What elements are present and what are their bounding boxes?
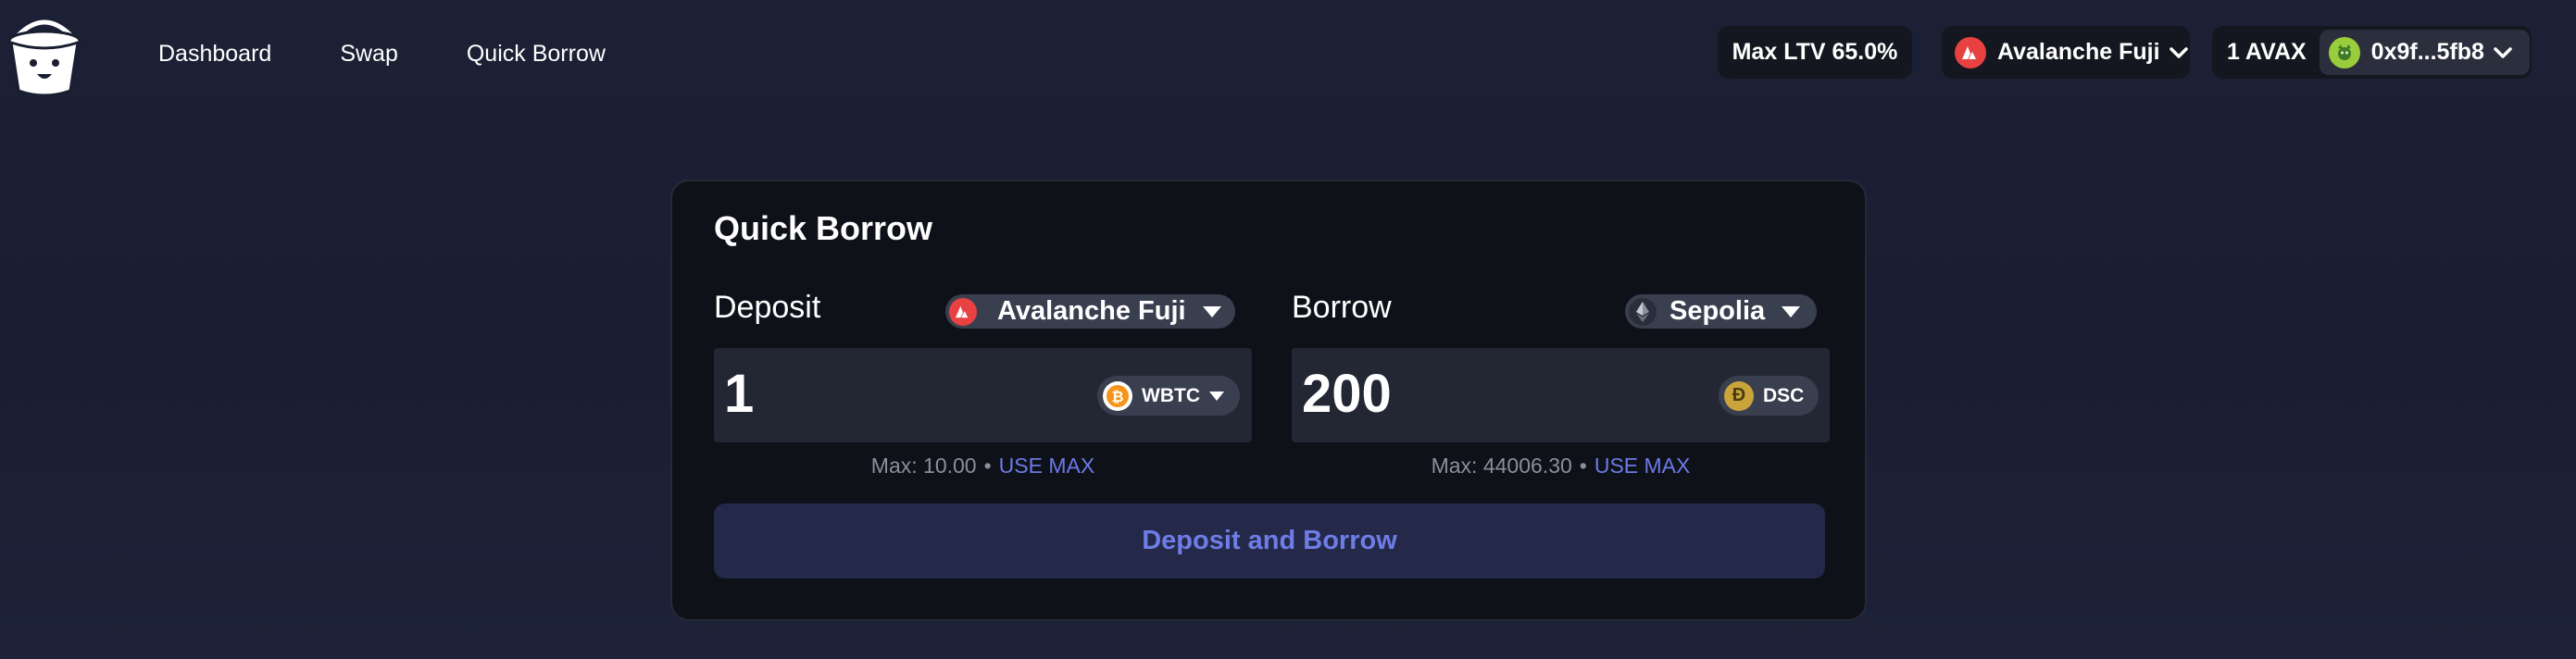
max-ltv-text: Max LTV 65.0% bbox=[1732, 39, 1898, 65]
deposit-use-max-link[interactable]: USE MAX bbox=[999, 454, 1095, 478]
borrow-token-selector[interactable]: Đ DSC bbox=[1719, 376, 1819, 416]
wallet-address-button[interactable]: 0x9f...5fb8 bbox=[2319, 30, 2530, 75]
deposit-token-selector[interactable]: ₿ WBTC bbox=[1097, 376, 1240, 416]
deposit-label: Deposit bbox=[714, 290, 821, 325]
borrow-token-symbol: DSC bbox=[1763, 384, 1805, 406]
bucket-logo-icon[interactable] bbox=[4, 9, 85, 100]
nav-dashboard[interactable]: Dashboard bbox=[158, 37, 271, 70]
nav-quick-borrow[interactable]: Quick Borrow bbox=[467, 37, 606, 70]
network-name: Avalanche Fuji bbox=[1997, 39, 2160, 65]
borrow-amount-input[interactable] bbox=[1302, 361, 1635, 426]
avalanche-icon bbox=[949, 297, 977, 326]
svg-text:₿: ₿ bbox=[1111, 388, 1123, 405]
caret-down-icon bbox=[1202, 305, 1221, 317]
chevron-down-icon bbox=[2169, 46, 2188, 58]
borrow-use-max-link[interactable]: USE MAX bbox=[1594, 454, 1691, 478]
app-page: Dashboard Swap Quick Borrow Max LTV 65.0… bbox=[0, 0, 2576, 659]
ethereum-icon bbox=[1629, 297, 1657, 326]
borrow-max-value: Max: 44006.30 bbox=[1431, 454, 1572, 478]
quick-borrow-card: Quick Borrow Deposit Avalanche Fuji ₿ WB… bbox=[670, 180, 1867, 621]
deposit-chain-selector[interactable]: Avalanche Fuji bbox=[945, 294, 1235, 329]
account-panel: 1 AVAX 0x9f...5fb8 bbox=[2212, 26, 2532, 79]
deposit-token-symbol: WBTC bbox=[1142, 384, 1200, 406]
max-ltv-badge: Max LTV 65.0% bbox=[1718, 26, 1912, 79]
wallet-balance: 1 AVAX bbox=[2227, 39, 2307, 65]
separator-dot: • bbox=[983, 454, 992, 478]
borrow-label: Borrow bbox=[1292, 290, 1392, 325]
main-nav: Dashboard Swap Quick Borrow bbox=[158, 37, 606, 70]
deposit-and-borrow-button[interactable]: Deposit and Borrow bbox=[714, 504, 1825, 578]
deposit-amount-box: ₿ WBTC bbox=[714, 348, 1252, 442]
avalanche-icon bbox=[1955, 36, 1986, 68]
wallet-address: 0x9f...5fb8 bbox=[2370, 39, 2484, 65]
caret-down-icon bbox=[1782, 305, 1801, 317]
nav-swap[interactable]: Swap bbox=[340, 37, 398, 70]
deposit-chain-name: Avalanche Fuji bbox=[997, 296, 1186, 326]
deposit-max-value: Max: 10.00 bbox=[870, 454, 977, 478]
dsc-coin-icon: Đ bbox=[1724, 380, 1754, 411]
borrow-max-row: Max: 44006.30 • USE MAX bbox=[1292, 454, 1830, 479]
network-selector-button[interactable]: Avalanche Fuji bbox=[1942, 26, 2190, 79]
borrow-chain-name: Sepolia bbox=[1669, 296, 1766, 326]
deposit-max-row: Max: 10.00 • USE MAX bbox=[714, 454, 1252, 479]
borrow-chain-selector[interactable]: Sepolia bbox=[1625, 294, 1817, 329]
card-title: Quick Borrow bbox=[714, 209, 933, 247]
separator-dot: • bbox=[1579, 454, 1587, 478]
chevron-down-icon bbox=[2494, 46, 2512, 58]
borrow-amount-box: Đ DSC bbox=[1292, 348, 1830, 442]
bitcoin-icon: ₿ bbox=[1103, 380, 1132, 411]
caret-down-icon bbox=[1208, 391, 1224, 401]
avatar-icon bbox=[2328, 36, 2360, 68]
deposit-amount-input[interactable] bbox=[724, 361, 1057, 426]
